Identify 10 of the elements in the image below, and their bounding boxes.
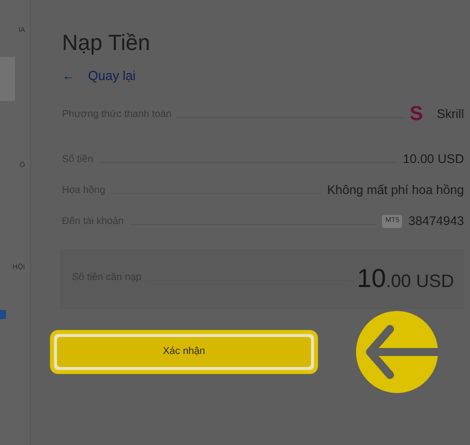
field-value: 10.00 USD xyxy=(402,151,464,168)
page-title: Nạp Tiền xyxy=(62,30,152,56)
sidebar-badge xyxy=(0,310,6,318)
confirm-button[interactable]: Xác nhận xyxy=(57,336,311,367)
field-value: Skrill xyxy=(436,106,464,124)
field-value: Không mất phí hoa hồng xyxy=(327,182,464,200)
amount-value: 10.00 USD xyxy=(357,264,454,291)
back-link[interactable]: ← Quay lại xyxy=(62,66,136,86)
field-value: 38474943 xyxy=(408,212,464,230)
skrill-logo-icon: S xyxy=(410,104,423,124)
